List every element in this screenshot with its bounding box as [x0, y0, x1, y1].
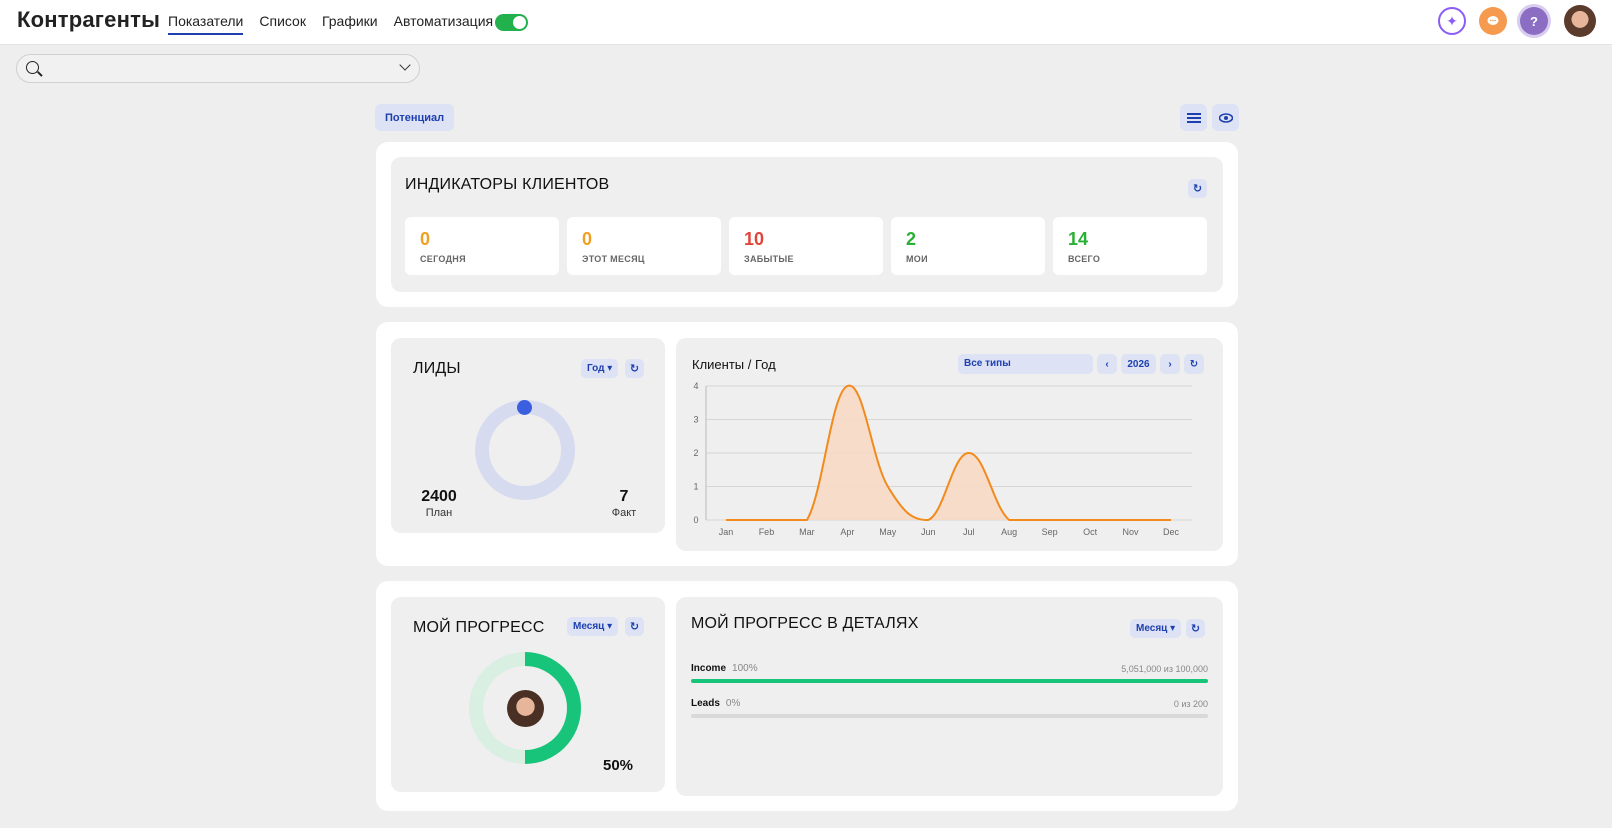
y-tick-label: 1: [693, 482, 698, 492]
progress-bar: [691, 714, 1208, 718]
potential-button[interactable]: Потенциал: [375, 104, 455, 131]
leads-section: ЛИДЫ Год ▾ ↻ 2400 План 7 Факт Клиенты / …: [376, 322, 1238, 566]
x-tick-label: Aug: [1001, 527, 1017, 537]
fact-label: Факт: [611, 507, 637, 519]
indicator-label: ЗАБЫТЫЕ: [744, 254, 794, 264]
app-title: Контрагенты: [17, 7, 161, 32]
x-tick-label: Jun: [921, 527, 936, 537]
leads-donut-marker: [517, 400, 532, 415]
progress-section: МОЙ ПРОГРЕСС Месяц ▾ ↻ 50% МОЙ ПРОГРЕСС …: [376, 581, 1238, 811]
x-tick-label: Jan: [719, 527, 734, 537]
indicator-value: 2: [906, 229, 917, 249]
tab-indicators[interactable]: Показатели: [168, 13, 244, 35]
visibility-button[interactable]: [1212, 104, 1239, 131]
indicator-forgotten[interactable]: 10 ЗАБЫТЫЕ: [729, 217, 883, 275]
indicators-card: ИНДИКАТОРЫ КЛИЕНТОВ ↻ 0 СЕГОДНЯ 0 ЭТОТ М…: [391, 157, 1223, 292]
x-tick-label: Dec: [1163, 527, 1180, 537]
progress-row-leads: Leads 0%: [691, 698, 740, 709]
y-tick-label: 3: [693, 415, 698, 425]
tab-charts[interactable]: Графики: [322, 13, 378, 35]
x-tick-label: Oct: [1083, 527, 1098, 537]
indicator-label: ЭТОТ МЕСЯЦ: [582, 254, 645, 264]
clients-area-chart: 0 1 2 3 4 Jan Feb Mar Apr May Jun Jul Aug Sep Oct Nov De…: [693, 381, 1192, 537]
sparkle-icon[interactable]: ✦: [1438, 7, 1466, 35]
leads-donut: [475, 400, 575, 500]
progress-row-income: Income 100%: [691, 663, 758, 674]
progress-percent: 50%: [603, 757, 634, 774]
refresh-button[interactable]: ↻: [1186, 619, 1205, 638]
x-tick-label: Jul: [963, 527, 975, 537]
chat-icon[interactable]: [1479, 7, 1507, 35]
indicator-label: ВСЕГО: [1068, 254, 1101, 264]
main-nav: Показатели Список Графики Автоматизация: [168, 13, 509, 35]
x-tick-label: May: [879, 527, 897, 537]
indicator-value: 0: [420, 229, 431, 249]
user-avatar[interactable]: [1564, 5, 1596, 37]
progress-details-card: МОЙ ПРОГРЕСС В ДЕТАЛЯХ Месяц ▾ ↻ Income 1…: [676, 597, 1223, 796]
y-tick-label: 4: [693, 381, 698, 391]
indicator-total[interactable]: 14 ВСЕГО: [1053, 217, 1207, 275]
indicator-this-month[interactable]: 0 ЭТОТ МЕСЯЦ: [567, 217, 721, 275]
help-icon[interactable]: ?: [1520, 7, 1548, 35]
refresh-button[interactable]: ↻: [625, 359, 644, 378]
period-dropdown[interactable]: Год ▾: [581, 359, 619, 378]
eye-icon: [1218, 112, 1233, 123]
user-avatar: [507, 690, 544, 727]
y-tick-label: 0: [693, 515, 698, 525]
indicator-label: МОИ: [906, 254, 928, 264]
progress-bar-fill: [691, 679, 1208, 683]
indicator-value: 10: [744, 229, 765, 249]
y-tick-label: 2: [693, 448, 698, 458]
fact-value: 7: [619, 488, 629, 505]
indicator-label: СЕГОДНЯ: [420, 254, 466, 264]
tab-automation[interactable]: Автоматизация: [394, 13, 493, 35]
leads-card: ЛИДЫ Год ▾ ↻ 2400 План 7 Факт: [391, 338, 665, 533]
plan-label: План: [425, 507, 453, 519]
plan-value: 2400: [421, 488, 457, 505]
row-amount: 5,051,000 из 100,000: [1121, 664, 1208, 674]
x-tick-label: Mar: [799, 527, 815, 537]
clients-chart-card: Клиенты / Год Все типы ‹ 2026 › ↻ 01234J…: [676, 338, 1223, 551]
indicator-mine[interactable]: 2 МОИ: [891, 217, 1045, 275]
row-percent: 0%: [725, 698, 741, 709]
indicators-section: ИНДИКАТОРЫ КЛИЕНТОВ ↻ 0 СЕГОДНЯ 0 ЭТОТ М…: [376, 142, 1238, 307]
refresh-button[interactable]: ↻: [625, 617, 644, 636]
indicator-value: 0: [582, 229, 593, 249]
automation-toggle[interactable]: [495, 14, 528, 31]
indicator-today[interactable]: 0 СЕГОДНЯ: [405, 217, 559, 275]
progress-bar: [691, 679, 1208, 683]
my-progress-title: МОЙ ПРОГРЕСС: [413, 619, 545, 636]
row-amount: 0 из 200: [1173, 699, 1208, 709]
period-label: Год: [587, 363, 605, 374]
row-name: Leads: [691, 698, 720, 709]
period-label: Месяц: [1136, 623, 1168, 634]
my-progress-card: МОЙ ПРОГРЕСС Месяц ▾ ↻ 50%: [391, 597, 665, 792]
search-input[interactable]: [16, 54, 420, 83]
top-bar: Контрагенты Показатели Список Графики Ав…: [0, 0, 1612, 45]
refresh-button[interactable]: ↻: [1188, 179, 1207, 198]
period-dropdown[interactable]: Месяц ▾: [1130, 619, 1182, 638]
x-tick-label: Apr: [840, 527, 854, 537]
row-name: Income: [691, 663, 727, 674]
progress-details-title: МОЙ ПРОГРЕСС В ДЕТАЛЯХ: [691, 615, 919, 632]
row-percent: 100%: [732, 663, 758, 674]
chevron-down-icon[interactable]: [399, 59, 411, 71]
leads-title: ЛИДЫ: [413, 360, 461, 377]
indicator-value: 14: [1068, 229, 1089, 249]
list-view-button[interactable]: [1180, 104, 1207, 131]
period-label: Месяц: [573, 621, 605, 632]
x-tick-label: Nov: [1123, 527, 1140, 537]
tab-list[interactable]: Список: [259, 13, 306, 35]
menu-icon: [1186, 112, 1201, 123]
x-tick-label: Feb: [759, 527, 775, 537]
indicators-title: ИНДИКАТОРЫ КЛИЕНТОВ: [405, 176, 610, 193]
search-icon: [26, 61, 39, 74]
period-dropdown[interactable]: Месяц ▾: [567, 617, 619, 636]
x-tick-label: Sep: [1042, 527, 1058, 537]
